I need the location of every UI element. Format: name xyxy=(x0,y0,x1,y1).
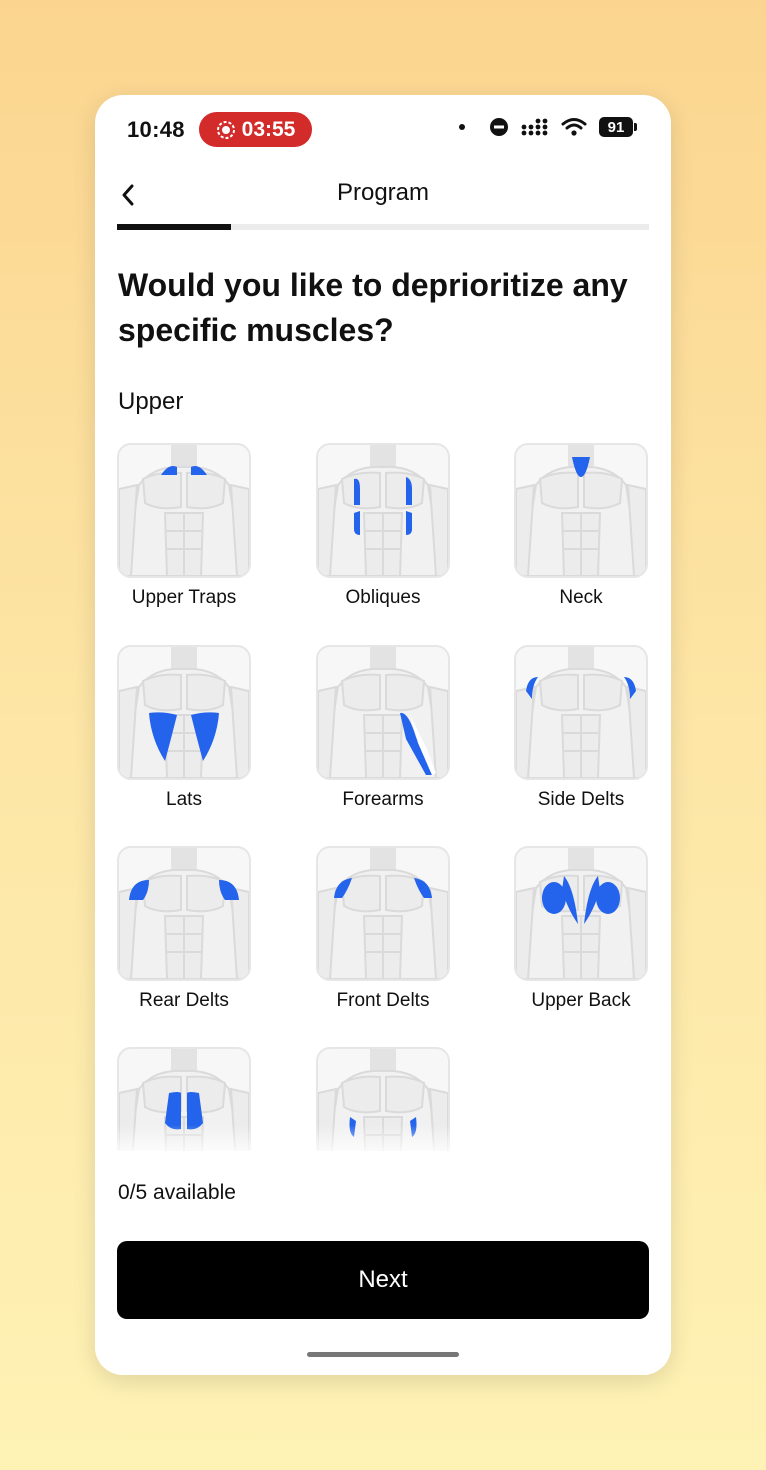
next-button[interactable]: Next xyxy=(117,1241,649,1319)
signal-icon xyxy=(521,118,548,136)
muscle-option-rear-delts[interactable] xyxy=(117,846,251,981)
screen-recording-pill[interactable]: 03:55 xyxy=(199,112,312,147)
question-heading: Would you like to deprioritize any speci… xyxy=(118,267,628,348)
status-icons: 91 xyxy=(459,117,637,137)
notification-dot-icon xyxy=(459,124,465,130)
muscle-option-neck[interactable] xyxy=(514,443,648,578)
muscle-label-front-delts: Front Delts xyxy=(336,990,430,1011)
muscle-label-forearms: Forearms xyxy=(342,789,424,810)
muscle-option-lats[interactable] xyxy=(117,645,251,780)
muscle-label-upper-traps: Upper Traps xyxy=(131,587,237,608)
wifi-icon xyxy=(561,118,587,136)
recording-timer: 03:55 xyxy=(241,117,296,141)
progress-bar xyxy=(117,224,649,230)
side-delts-muscle-icon xyxy=(516,647,646,778)
nav-bar: Program xyxy=(95,165,671,225)
section-label-upper: Upper xyxy=(118,388,184,415)
progress-bar-fill xyxy=(117,224,232,230)
lats-muscle-icon xyxy=(119,647,249,778)
page-title: Program xyxy=(336,179,430,206)
muscle-option-upper-traps[interactable] xyxy=(117,443,251,578)
muscle-label-obliques: Obliques xyxy=(345,587,421,608)
status-time: 10:48 xyxy=(127,117,185,142)
obliques-muscle-icon xyxy=(318,445,448,576)
upper-back-muscle-icon xyxy=(516,848,646,979)
home-indicator[interactable] xyxy=(307,1352,459,1357)
upper-traps-muscle-icon xyxy=(119,445,249,576)
front-delts-muscle-icon xyxy=(318,848,448,979)
available-count: 0/5 available xyxy=(118,1181,236,1204)
status-bar: 10:48 03:55 91 xyxy=(95,95,671,165)
forearms-muscle-icon xyxy=(318,647,448,778)
battery-icon: 91 xyxy=(599,117,637,137)
footer: 0/5 available Next xyxy=(95,1151,671,1375)
phone-screen: 10:48 03:55 91 Program Would you like to… xyxy=(95,95,671,1375)
muscle-option-front-delts[interactable] xyxy=(316,846,450,981)
muscle-option-obliques[interactable] xyxy=(316,443,450,578)
muscle-label-lats: Lats xyxy=(166,789,202,810)
muscle-label-rear-delts: Rear Delts xyxy=(139,990,229,1011)
muscle-option-upper-back[interactable] xyxy=(514,846,648,981)
record-icon xyxy=(216,120,235,139)
neck-muscle-icon xyxy=(516,445,646,576)
muscle-option-forearms[interactable] xyxy=(316,645,450,780)
muscle-option-side-delts[interactable] xyxy=(514,645,648,780)
muscle-label-neck: Neck xyxy=(559,587,603,608)
rear-delts-muscle-icon xyxy=(119,848,249,979)
muscle-label-side-delts: Side Delts xyxy=(537,789,625,810)
muscle-label-upper-back: Upper Back xyxy=(531,990,631,1011)
do-not-disturb-icon xyxy=(490,118,508,136)
